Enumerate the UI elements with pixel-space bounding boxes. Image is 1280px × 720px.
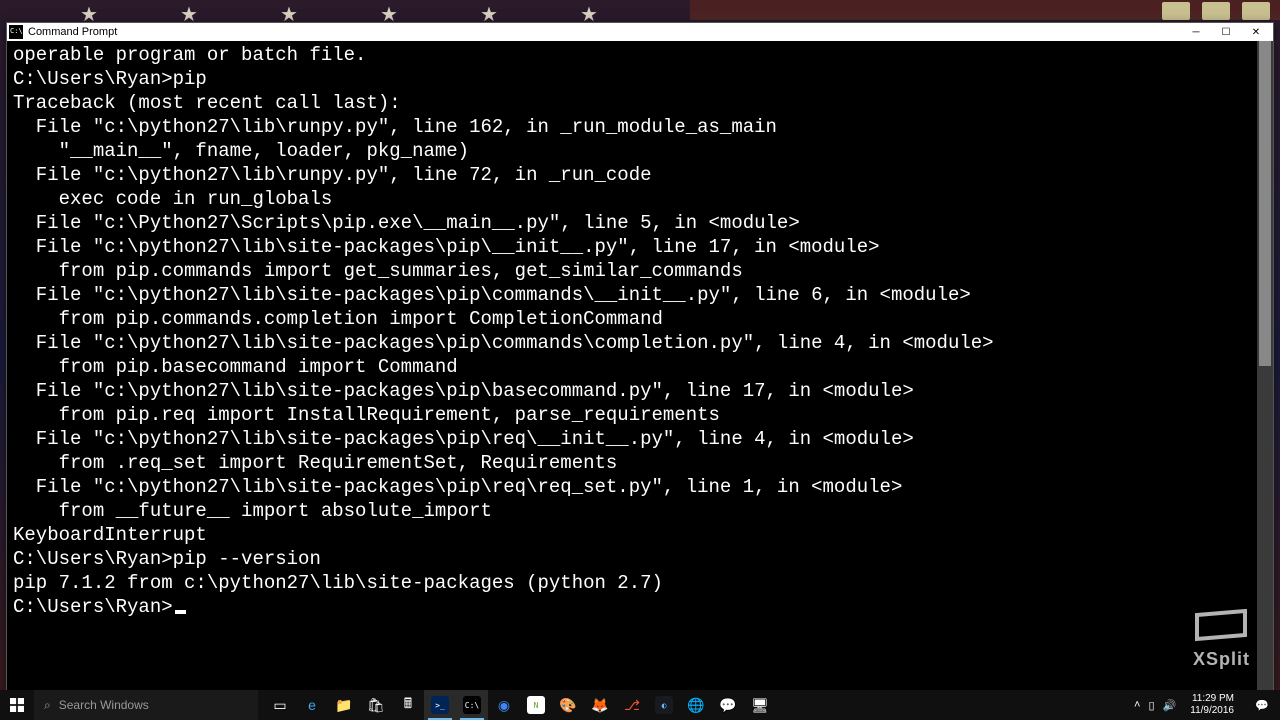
store-icon: 🛍: [367, 696, 385, 714]
notepadpp-button[interactable]: N: [520, 690, 552, 720]
terminal-line: KeyboardInterrupt: [13, 523, 1267, 547]
monitor-icon: 🖥: [751, 696, 769, 714]
firefox-button[interactable]: 🦊: [584, 690, 616, 720]
terminal-line: from __future__ import absolute_import: [13, 499, 1267, 523]
file-explorer-button[interactable]: 📁: [328, 690, 360, 720]
globe-icon: 🌐: [687, 696, 705, 714]
search-placeholder: Search Windows: [59, 698, 149, 712]
volume-icon[interactable]: 🔊: [1163, 699, 1177, 712]
command-prompt-icon: C:\: [463, 696, 481, 714]
taskbar-apps: ▭ e 📁 🛍 🖩 >_ C:\ ◉ N 🎨 🦊 ⎇ ◐ 🌐 💬 🖥: [264, 690, 776, 720]
system-tray[interactable]: ˄ ▯ 🔊 11:29 PM 11/9/2016 💬: [1130, 690, 1280, 720]
titlebar[interactable]: Command Prompt ─ ☐ ✕: [7, 23, 1273, 41]
search-icon: ⌕: [44, 698, 51, 713]
terminal-line: File "c:\python27\lib\site-packages\pip\…: [13, 379, 1267, 403]
edge-icon: e: [303, 696, 321, 714]
steam-button[interactable]: ◐: [648, 690, 680, 720]
globe-button[interactable]: 🌐: [680, 690, 712, 720]
terminal-output[interactable]: operable program or batch file.C:\Users\…: [7, 41, 1273, 691]
terminal-line: Traceback (most recent call last):: [13, 91, 1267, 115]
terminal-line: C:\Users\Ryan>pip --version: [13, 547, 1267, 571]
chrome-icon: ◉: [495, 696, 513, 714]
scrollbar-thumb[interactable]: [1259, 41, 1271, 366]
date: 11/9/2016: [1190, 705, 1234, 717]
window-title: Command Prompt: [28, 26, 1181, 38]
terminal-line: C:\Users\Ryan>: [13, 595, 1267, 619]
command-prompt-window: Command Prompt ─ ☐ ✕ operable program or…: [6, 22, 1274, 692]
terminal-line: pip 7.1.2 from c:\python27\lib\site-pack…: [13, 571, 1267, 595]
psp-icon: 🎨: [559, 696, 577, 714]
window-controls: ─ ☐ ✕: [1181, 23, 1271, 41]
terminal-line: File "c:\python27\lib\site-packages\pip\…: [13, 235, 1267, 259]
terminal-line: from pip.basecommand import Command: [13, 355, 1267, 379]
git-icon: ⎇: [623, 696, 641, 714]
watermark-label: XSplit: [1193, 649, 1250, 669]
scrollbar[interactable]: [1257, 41, 1273, 691]
chat-button[interactable]: 💬: [712, 690, 744, 720]
xsplit-icon: [1195, 609, 1247, 643]
chrome-button[interactable]: ◉: [488, 690, 520, 720]
terminal-line: File "c:\python27\lib\site-packages\pip\…: [13, 331, 1267, 355]
windows-logo-icon: [10, 698, 24, 712]
calculator-icon: 🖩: [399, 696, 417, 714]
clock[interactable]: 11:29 PM 11/9/2016: [1184, 693, 1240, 717]
terminal-line: File "c:\python27\lib\site-packages\pip\…: [13, 475, 1267, 499]
edge-button[interactable]: e: [296, 690, 328, 720]
task-view-button[interactable]: ▭: [264, 690, 296, 720]
terminal-line: "__main__", fname, loader, pkg_name): [13, 139, 1267, 163]
file-explorer-icon: 📁: [335, 696, 353, 714]
terminal-line: operable program or batch file.: [13, 43, 1267, 67]
chat-icon: 💬: [719, 696, 737, 714]
terminal-line: File "c:\python27\lib\site-packages\pip\…: [13, 427, 1267, 451]
action-center-icon[interactable]: 💬: [1248, 690, 1276, 720]
xsplit-watermark: XSplit: [1193, 609, 1250, 670]
task-view-icon: ▭: [271, 696, 289, 714]
terminal-line: File "c:\Python27\Scripts\pip.exe\__main…: [13, 211, 1267, 235]
monitor-button[interactable]: 🖥: [744, 690, 776, 720]
cmd-icon: [9, 25, 23, 39]
tray-chevron-icon[interactable]: ˄: [1134, 699, 1140, 711]
minimize-button[interactable]: ─: [1181, 23, 1211, 41]
terminal-line: from pip.commands.completion import Comp…: [13, 307, 1267, 331]
search-input[interactable]: ⌕ Search Windows: [34, 690, 258, 720]
git-button[interactable]: ⎇: [616, 690, 648, 720]
powershell-button[interactable]: >_: [424, 690, 456, 720]
store-button[interactable]: 🛍: [360, 690, 392, 720]
time: 11:29 PM: [1190, 693, 1234, 705]
terminal-line: File "c:\python27\lib\site-packages\pip\…: [13, 283, 1267, 307]
command-prompt-button[interactable]: C:\: [456, 690, 488, 720]
battery-icon[interactable]: ▯: [1148, 699, 1154, 712]
terminal-line: C:\Users\Ryan>pip: [13, 67, 1267, 91]
close-button[interactable]: ✕: [1241, 23, 1271, 41]
terminal-line: exec code in run_globals: [13, 187, 1267, 211]
taskbar: ⌕ Search Windows ▭ e 📁 🛍 🖩 >_ C:\ ◉ N 🎨 🦊 ⎇ ◐ 🌐 💬 🖥 ˄ ▯…: [0, 690, 1280, 720]
terminal-line: File "c:\python27\lib\runpy.py", line 16…: [13, 115, 1267, 139]
cursor: [175, 610, 186, 614]
notepadpp-icon: N: [527, 696, 545, 714]
steam-icon: ◐: [655, 696, 673, 714]
maximize-button[interactable]: ☐: [1211, 23, 1241, 41]
psp-button[interactable]: 🎨: [552, 690, 584, 720]
terminal-line: from pip.req import InstallRequirement, …: [13, 403, 1267, 427]
start-button[interactable]: [0, 690, 34, 720]
firefox-icon: 🦊: [591, 696, 609, 714]
powershell-icon: >_: [431, 696, 449, 714]
calculator-button[interactable]: 🖩: [392, 690, 424, 720]
terminal-line: from .req_set import RequirementSet, Req…: [13, 451, 1267, 475]
terminal-line: File "c:\python27\lib\runpy.py", line 72…: [13, 163, 1267, 187]
terminal-line: from pip.commands import get_summaries, …: [13, 259, 1267, 283]
desktop-shortcuts: [1162, 0, 1270, 20]
